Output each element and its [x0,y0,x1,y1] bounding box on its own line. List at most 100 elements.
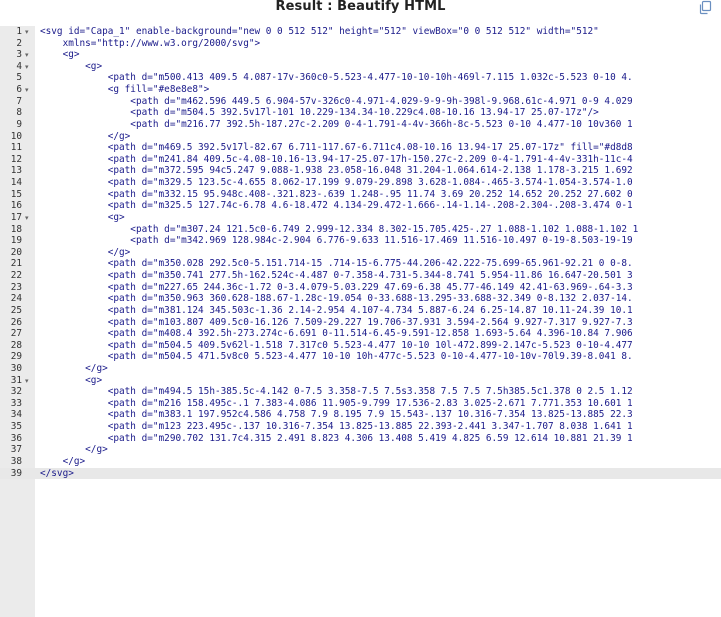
code-line[interactable]: 29 <path d="m504.5 471.5v8c0 5.523-4.477… [0,351,721,363]
code-line[interactable]: 1 ▾ <svg id="Capa_1" enable-background="ne… [0,26,721,38]
line-number: 39 [10,467,22,479]
code-text: <path d="m325.5 127.74c-6.78 4.6-18.472 … [40,200,633,212]
fold-toggle-icon[interactable]: ▾ [25,213,29,223]
code-text: <path d="m216 158.495c-.1 7.383-4.086 11… [40,397,633,409]
code-line[interactable]: 25 <path d="m381.124 345.503c-1.36 2.14-… [0,305,721,317]
code-text: </g> [40,130,131,142]
code-text: <path d="m381.124 345.503c-1.36 2.14-2.9… [40,304,633,316]
code-text: <g> [40,374,103,386]
code-line[interactable]: 4 ▾ <g> [0,61,721,73]
code-line[interactable]: 26 <path d="m103.807 409.5c0-16.126 7.50… [0,317,721,329]
code-text: <path d="m329.5 123.5c-4.655 8.062-17.19… [40,177,633,189]
code-text: <g> [40,211,125,223]
code-text: <g fill="#e8e8e8"> [40,84,210,96]
fold-toggle-icon[interactable]: ▾ [25,27,29,37]
line-number: 29 [10,351,22,363]
code-line[interactable]: 7 <path d="m462.596 449.5 6.904-57v-326c… [0,96,721,108]
code-text: <path d="m350.963 360.628-188.67-1.28c-1… [40,293,633,305]
code-text: <path d="m350.028 292.5c0-5.151.714-15 .… [40,258,633,270]
code-line[interactable]: 12 <path d="m241.84 409.5c-4.08-10.16-13… [0,154,721,166]
code-text: <path d="m241.84 409.5c-4.08-10.16-13.94… [40,153,633,165]
code-line[interactable]: 31 ▾ <g> [0,375,721,387]
code-line[interactable]: 23 <path d="m227.65 244.36c-1.72 0-3.4.0… [0,282,721,294]
code-line[interactable]: 14 <path d="m329.5 123.5c-4.655 8.062-17… [0,177,721,189]
line-number: 3 [16,49,22,61]
line-number: 13 [10,165,22,177]
line-number: 1 [16,26,22,37]
code-text: <svg id="Capa_1" enable-background="new … [40,26,599,37]
line-number: 18 [10,223,22,235]
fold-toggle-icon[interactable]: ▾ [25,85,29,95]
copy-icon[interactable] [698,0,713,15]
line-number: 14 [10,177,22,189]
code-line[interactable]: 17 ▾ <g> [0,212,721,224]
code-text: <path d="m350.741 277.5h-162.524c-4.487 … [40,270,633,282]
code-line[interactable]: 38 </g> [0,456,721,468]
code-line[interactable]: 3 ▾ <g> [0,49,721,61]
code-line[interactable]: 13 <path d="m372.595 94c5.247 9.088-1.93… [0,165,721,177]
code-text: xmlns="http://www.w3.org/2000/svg"> [40,37,261,49]
code-line[interactable]: 37 </g> [0,444,721,456]
fold-toggle-icon[interactable]: ▾ [25,62,29,72]
code-line[interactable]: 36 <path d="m290.702 131.7c4.315 2.491 8… [0,433,721,445]
line-number: 6 [16,84,22,96]
code-text: <path d="m123 223.495c-.137 10.316-7.354… [40,421,633,433]
code-editor[interactable]: 1 ▾ <svg id="Capa_1" enable-background="ne… [0,26,721,617]
line-number: 27 [10,328,22,340]
code-line[interactable]: 28 <path d="m504.5 409.5v62l-1.518 7.317… [0,340,721,352]
code-line[interactable]: 24 <path d="m350.963 360.628-188.67-1.28… [0,293,721,305]
code-line[interactable]: 2 xmlns="http://www.w3.org/2000/svg"> [0,38,721,50]
line-number: 10 [10,130,22,142]
line-number: 32 [10,386,22,398]
line-number: 35 [10,421,22,433]
code-text: </g> [40,444,108,456]
code-line[interactable]: 39 </svg> [0,467,721,480]
code-line[interactable]: 33 <path d="m216 158.495c-.1 7.383-4.086… [0,398,721,410]
line-number: 36 [10,432,22,444]
code-text: </g> [40,362,108,374]
code-line[interactable]: 15 <path d="m332.15 95.948c.408-.321.823… [0,189,721,201]
code-text: <path d="m332.15 95.948c.408-.321.823-.6… [40,188,633,200]
line-number: 2 [16,37,22,49]
line-number: 34 [10,409,22,421]
line-number: 9 [16,118,22,130]
code-line[interactable]: 5 <path d="m500.413 409.5 4.087-17v-360c… [0,72,721,84]
code-line[interactable]: 35 <path d="m123 223.495c-.137 10.316-7.… [0,421,721,433]
code-line[interactable]: 21 <path d="m350.028 292.5c0-5.151.714-1… [0,258,721,270]
code-line[interactable]: 9 <path d="m216.77 392.5h-187.27c-2.209 … [0,119,721,131]
code-text: <path d="m500.413 409.5 4.087-17v-360c0-… [40,72,633,84]
code-text: <path d="m504.5 392.5v17l-101 10.229-134… [40,107,599,119]
code-line[interactable]: 6 ▾ <g fill="#e8e8e8"> [0,84,721,96]
line-number: 38 [10,455,22,467]
fold-toggle-icon[interactable]: ▾ [25,376,29,386]
fold-toggle-icon[interactable]: ▾ [25,50,29,60]
line-number: 24 [10,293,22,305]
code-text: </svg> [40,467,74,479]
code-line[interactable]: 10 </g> [0,131,721,143]
line-number: 8 [16,107,22,119]
line-number: 31 [10,374,22,386]
code-text: <path d="m408.4 392.5h-273.274c-6.691 0-… [40,328,633,340]
title-bar: Result : Beautify HTML [0,0,721,16]
code-line[interactable]: 11 <path d="m469.5 392.5v17l-82.67 6.711… [0,142,721,154]
line-number: 22 [10,270,22,282]
line-number: 25 [10,304,22,316]
code-line[interactable]: 8 <path d="m504.5 392.5v17l-101 10.229-1… [0,107,721,119]
line-number: 16 [10,200,22,212]
code-line[interactable]: 27 <path d="m408.4 392.5h-273.274c-6.691… [0,328,721,340]
code-line[interactable]: 30 </g> [0,363,721,375]
line-number: 7 [16,95,22,107]
code-text: <path d="m216.77 392.5h-187.27c-2.209 0-… [40,118,633,130]
line-number: 30 [10,362,22,374]
line-number: 15 [10,188,22,200]
code-line[interactable]: 19 <path d="m342.969 128.984c-2.904 6.77… [0,235,721,247]
code-line[interactable]: 20 </g> [0,247,721,259]
line-number: 33 [10,397,22,409]
code-text: <path d="m372.595 94c5.247 9.088-1.938 2… [40,165,633,177]
code-line[interactable]: 22 <path d="m350.741 277.5h-162.524c-4.4… [0,270,721,282]
code-line[interactable]: 34 <path d="m383.1 197.952c4.586 4.758 7… [0,409,721,421]
code-line[interactable]: 18 <path d="m307.24 121.5c0-6.749 2.999-… [0,224,721,236]
line-number: 17 [10,211,22,223]
code-line[interactable]: 32 <path d="m494.5 15h-385.5c-4.142 0-7.… [0,386,721,398]
code-line[interactable]: 16 <path d="m325.5 127.74c-6.78 4.6-18.4… [0,200,721,212]
